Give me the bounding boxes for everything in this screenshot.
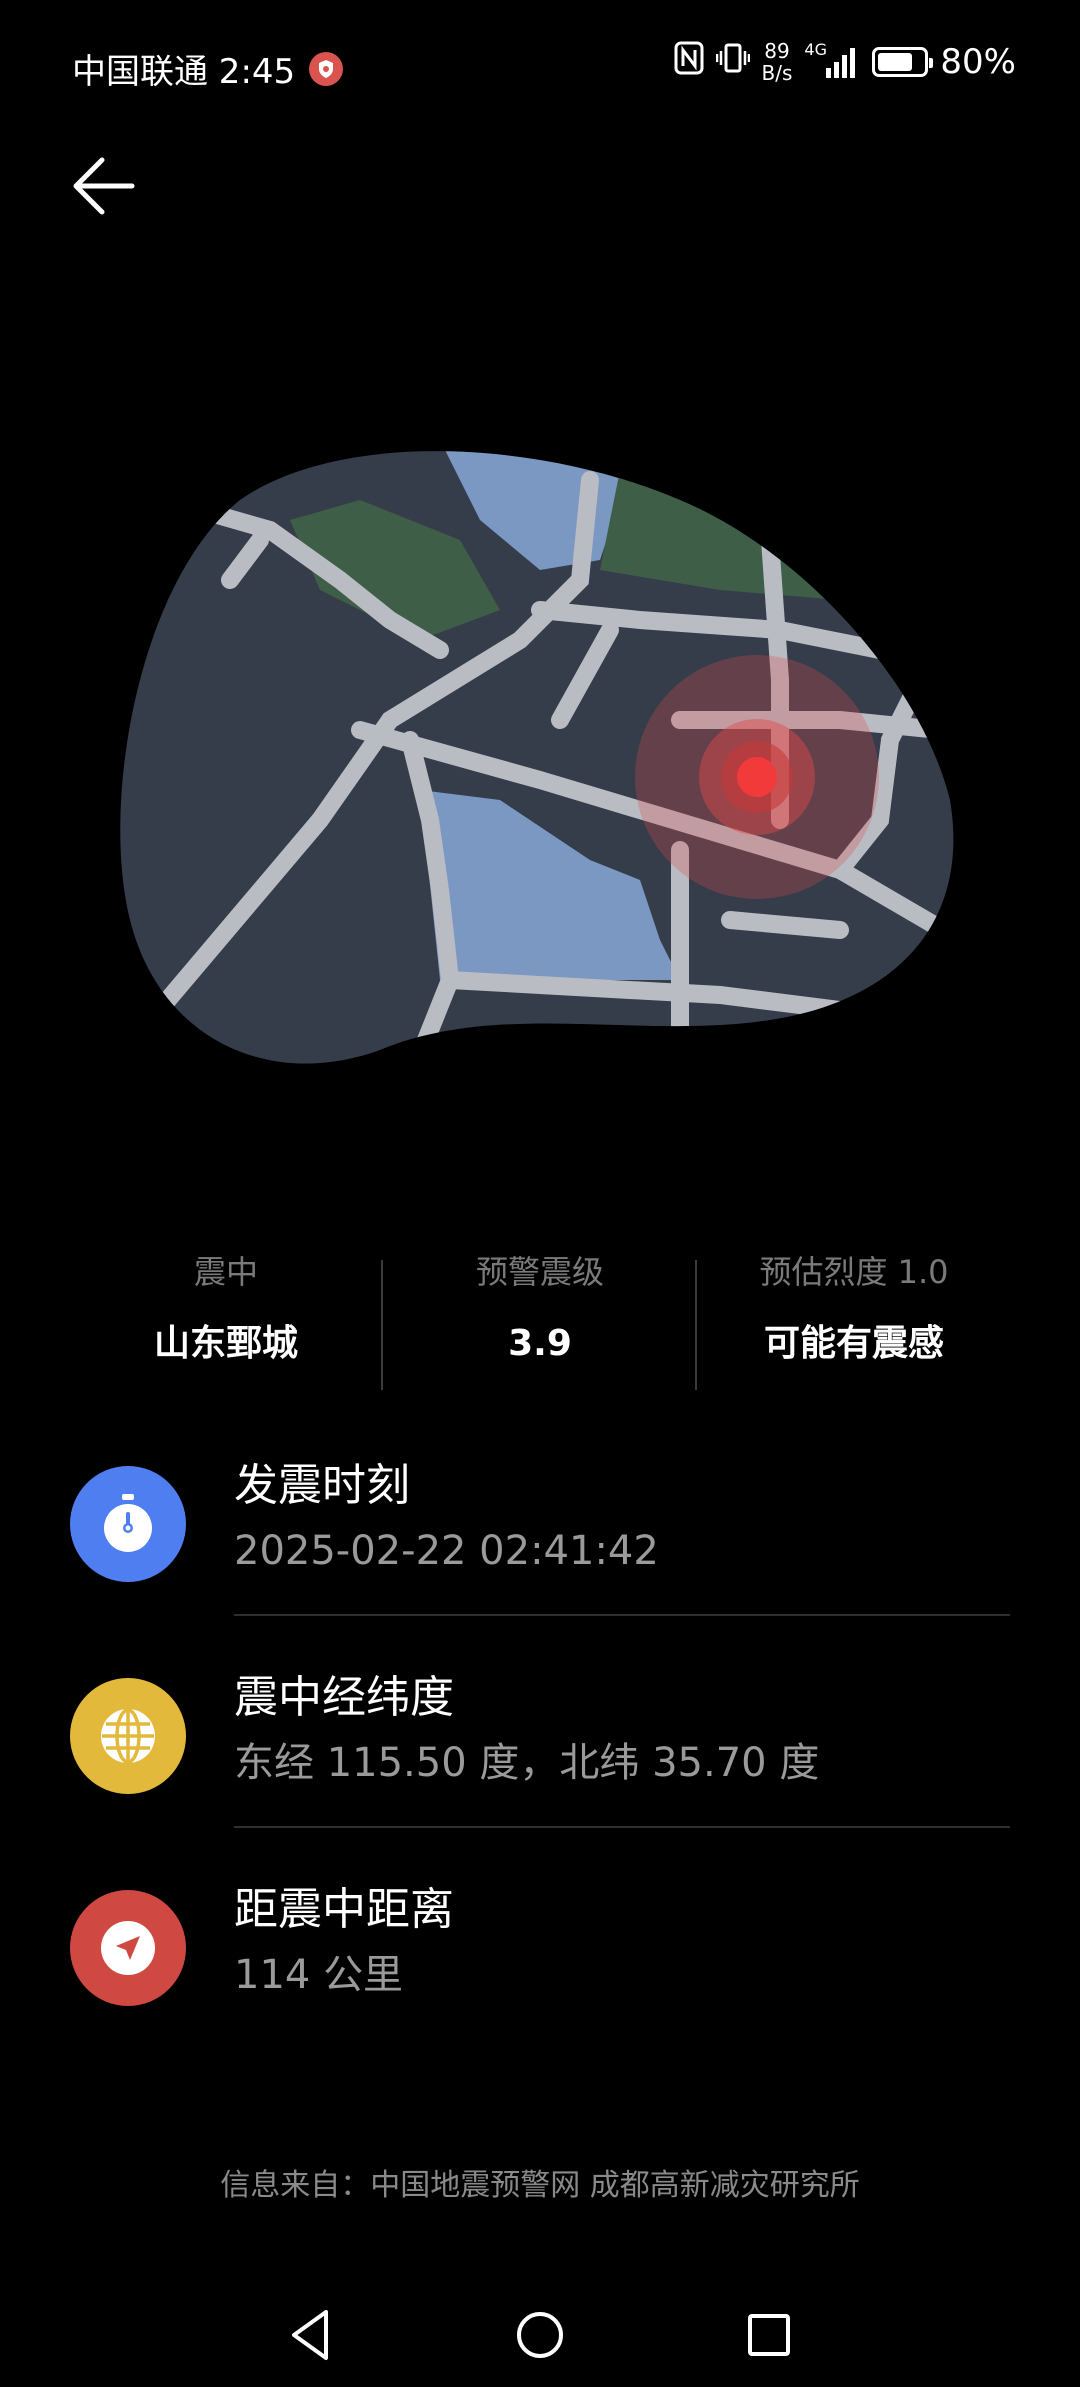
- info-row-distance: 距震中距离 114 公里: [70, 1880, 1010, 2050]
- nav-back-icon: [292, 2310, 328, 2360]
- signal-icon: 4G: [804, 40, 860, 82]
- nav-home-button[interactable]: [505, 2300, 575, 2370]
- stat-label: 预警震级: [475, 1253, 604, 1291]
- divider: [234, 1826, 1010, 1828]
- stat-label: 预估烈度 1.0: [759, 1253, 949, 1291]
- status-bar: 中国联通 2:45 89 B/s 4G 80%: [0, 0, 1080, 130]
- navigation-icon: [70, 1890, 186, 2006]
- source-text: 信息来自：中国地震预警网 成都高新减灾研究所: [220, 2168, 860, 2203]
- stat-value: 山东鄄城: [153, 1323, 298, 1364]
- net-speed: 89 B/s: [762, 40, 793, 84]
- quake-stats: 震中 山东鄄城 预警震级 3.9 预估烈度 1.0 可能有震感: [0, 1250, 1080, 1390]
- info-title: 震中经纬度: [234, 1672, 454, 1723]
- nav-recents-button[interactable]: [734, 2300, 804, 2370]
- stat-value: 3.9: [508, 1323, 572, 1364]
- stat-value: 可能有震感: [763, 1323, 944, 1364]
- arrow-left-icon: [73, 157, 135, 215]
- info-row-time: 发震时刻 2025-02-22 02:41:42: [70, 1456, 1010, 1626]
- info-title: 距震中距离: [234, 1884, 454, 1935]
- epicenter-map: [120, 440, 960, 1080]
- stat-label: 震中: [193, 1253, 258, 1291]
- divider: [234, 1614, 1010, 1616]
- battery-icon: [872, 47, 934, 77]
- shield-icon: [309, 51, 344, 86]
- carrier-time: 中国联通 2:45: [72, 52, 296, 92]
- net-speed-unit: B/s: [761, 61, 793, 85]
- vibrate-icon: [715, 41, 750, 84]
- battery-percent: 80%: [940, 42, 1016, 82]
- info-row-coordinates: 震中经纬度 东经 115.50 度，北纬 35.70 度: [70, 1668, 1010, 1838]
- status-right: 89 B/s 4G 80%: [674, 40, 1016, 84]
- stat-epicenter: 震中 山东鄄城: [68, 1250, 384, 1366]
- net-speed-value: 89: [764, 39, 790, 63]
- battery-fill: [878, 53, 913, 71]
- globe-icon: [70, 1678, 186, 1794]
- stopwatch-icon: [70, 1466, 186, 1582]
- info-sub: 2025-02-22 02:41:42: [234, 1528, 659, 1574]
- nav-home-icon: [517, 2312, 563, 2358]
- stat-intensity: 预估烈度 1.0 可能有震感: [696, 1250, 1012, 1366]
- info-sub: 东经 115.50 度，北纬 35.70 度: [234, 1740, 820, 1786]
- info-title: 发震时刻: [234, 1460, 410, 1511]
- status-left: 中国联通 2:45: [72, 44, 344, 93]
- stat-magnitude: 预警震级 3.9: [382, 1250, 698, 1366]
- system-nav-bar: [0, 2290, 1080, 2380]
- info-sub: 114 公里: [234, 1952, 404, 1998]
- nfc-icon: [674, 41, 704, 84]
- back-button[interactable]: [68, 150, 140, 222]
- nav-back-button[interactable]: [276, 2300, 346, 2370]
- nav-recents-icon: [748, 2314, 790, 2356]
